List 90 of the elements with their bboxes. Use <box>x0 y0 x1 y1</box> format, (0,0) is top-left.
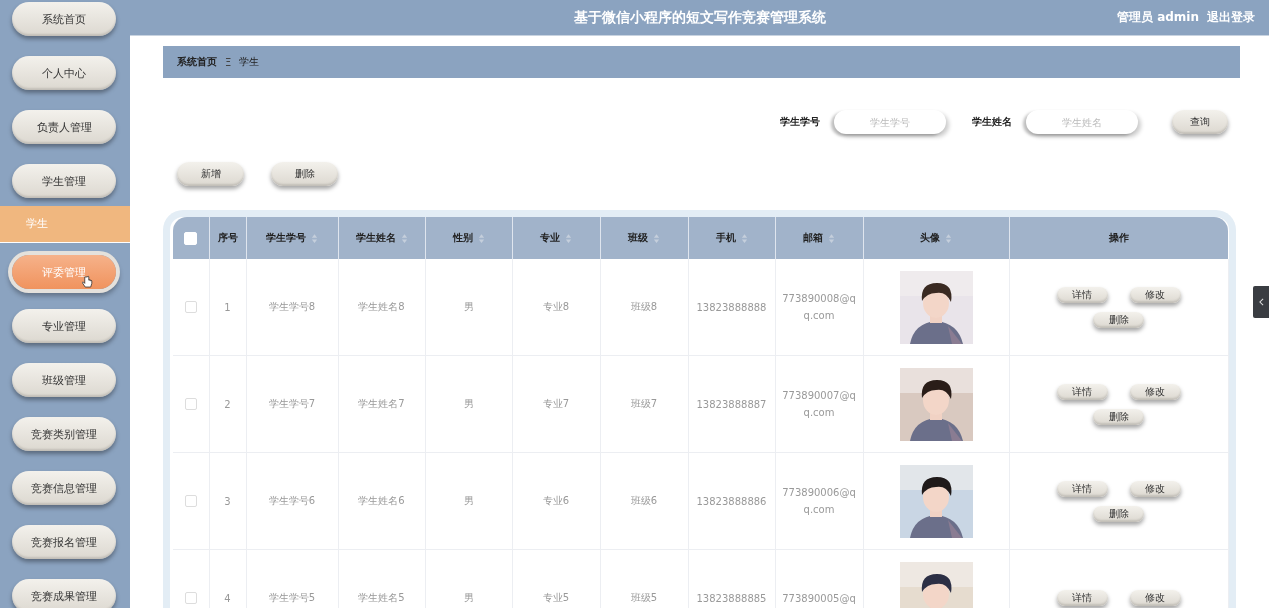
table-cell: 2 <box>224 398 231 410</box>
row-action-button[interactable]: 删除 <box>1093 505 1144 522</box>
table-cell: 学生学号7 <box>268 398 316 409</box>
table-cell: 学生学号5 <box>268 592 316 603</box>
search-field[interactable]: 学生姓名 <box>1026 110 1138 134</box>
row-action-button[interactable]: 详情 <box>1056 383 1108 400</box>
table-cell: 专业8 <box>542 301 570 312</box>
table-cell: 学生学号8 <box>268 301 316 312</box>
row-checkbox[interactable] <box>184 398 197 410</box>
toolbar-button[interactable]: 新增 <box>177 162 244 186</box>
table-cell: 773890007@qq.com <box>782 390 856 418</box>
search-field[interactable]: 学生学号 <box>834 110 946 134</box>
column-header[interactable]: 专业 <box>512 217 600 259</box>
row-action-button[interactable]: 删除 <box>1093 408 1144 425</box>
row-action-button[interactable]: 修改 <box>1129 286 1181 303</box>
sort-icon[interactable] <box>653 232 660 244</box>
select-all-checkbox[interactable] <box>184 231 198 245</box>
row-action-button[interactable]: 删除 <box>1093 311 1144 328</box>
table-cell: 773890006@qq.com <box>782 487 856 515</box>
search-button[interactable]: 查询 <box>1172 110 1228 134</box>
row-action-button[interactable]: 修改 <box>1129 480 1181 497</box>
table-cell: 13823888885 <box>696 592 767 604</box>
sidebar-item[interactable]: 竞赛报名管理 <box>12 525 116 559</box>
table-cell: 773890008@qq.com <box>782 293 856 321</box>
table-cell: 男 <box>463 495 474 506</box>
column-header[interactable]: 操作 <box>1009 217 1228 259</box>
column-header[interactable]: 性别 <box>425 217 512 259</box>
table-cell: 男 <box>463 398 474 409</box>
sort-icon[interactable] <box>945 232 952 244</box>
sort-icon[interactable] <box>740 232 748 244</box>
sidebar-item[interactable]: 系统首页 <box>12 2 116 36</box>
sort-icon[interactable] <box>477 232 485 244</box>
table-cell: 班级7 <box>630 398 658 409</box>
table-cell: 1 <box>224 301 231 313</box>
table-cell: 学生姓名6 <box>358 495 405 506</box>
row-action-button[interactable]: 修改 <box>1129 590 1181 606</box>
column-header[interactable]: 序号 <box>209 217 246 259</box>
table-cell: 13823888887 <box>696 398 767 410</box>
breadcrumb-current: 学生 <box>239 55 260 69</box>
row-action-button[interactable]: 详情 <box>1056 286 1108 303</box>
table-cell: 3 <box>224 495 231 507</box>
column-header[interactable]: 头像 <box>863 217 1009 259</box>
table-cell: 学生学号6 <box>268 495 316 506</box>
sidebar-item[interactable]: 竞赛成果管理 <box>12 579 116 608</box>
sort-icon[interactable] <box>311 232 318 244</box>
table-cell: 男 <box>463 301 474 312</box>
table-cell: 班级6 <box>630 495 658 506</box>
table-cell: 学生姓名7 <box>358 398 405 409</box>
table-cell: 专业5 <box>542 592 570 603</box>
field-label: 学生姓名 <box>972 115 1012 129</box>
table-cell: 学生姓名5 <box>358 592 405 603</box>
breadcrumb-separator: Ξ <box>225 56 232 68</box>
sort-icon[interactable] <box>565 232 572 244</box>
sidebar-item[interactable]: 专业管理 <box>12 309 116 343</box>
chevron-left-icon[interactable] <box>1258 298 1264 306</box>
sidebar-item[interactable]: 班级管理 <box>12 363 116 397</box>
sidebar-item[interactable]: 竞赛信息管理 <box>12 471 116 505</box>
row-checkbox[interactable] <box>184 592 197 604</box>
table-cell: 13823888888 <box>696 301 767 313</box>
table-cell: 班级5 <box>630 592 658 603</box>
user-label: 管理员 admin <box>1116 9 1199 26</box>
row-checkbox[interactable] <box>184 495 197 507</box>
sidebar-item[interactable]: 负责人管理 <box>12 110 116 144</box>
sort-icon[interactable] <box>828 232 835 244</box>
row-action-button[interactable]: 详情 <box>1056 590 1108 606</box>
table-cell: 773890005@q <box>782 592 856 604</box>
hand-cursor-icon <box>82 275 93 289</box>
toolbar-button[interactable]: 删除 <box>271 162 338 186</box>
breadcrumb-link[interactable]: 系统首页 <box>177 55 217 69</box>
field-label: 学生学号 <box>780 115 820 129</box>
column-header[interactable]: 学生学号 <box>246 217 338 259</box>
sidebar-item[interactable]: 个人中心 <box>12 56 116 90</box>
table-cell: 学生姓名8 <box>358 301 405 312</box>
row-action-button[interactable]: 修改 <box>1129 383 1181 400</box>
sidebar-item[interactable]: 竞赛类别管理 <box>12 417 116 451</box>
column-header[interactable]: 学生姓名 <box>338 217 425 259</box>
column-header[interactable]: 班级 <box>600 217 688 259</box>
table-cell: 班级8 <box>630 301 658 312</box>
column-header[interactable]: 邮箱 <box>775 217 863 259</box>
table-cell: 专业7 <box>542 398 570 409</box>
row-checkbox[interactable] <box>184 301 197 313</box>
sidebar-item[interactable]: 学生管理 <box>12 164 116 198</box>
table-cell: 4 <box>224 592 231 604</box>
sort-icon[interactable] <box>400 232 408 244</box>
table-cell: 男 <box>463 592 474 603</box>
app-title: 基于微信小程序的短文写作竞赛管理系统 <box>573 8 826 27</box>
table-cell: 专业6 <box>542 495 570 506</box>
table-cell: 13823888886 <box>696 495 767 507</box>
row-action-button[interactable]: 详情 <box>1056 480 1108 497</box>
column-header[interactable]: 手机 <box>688 217 775 259</box>
